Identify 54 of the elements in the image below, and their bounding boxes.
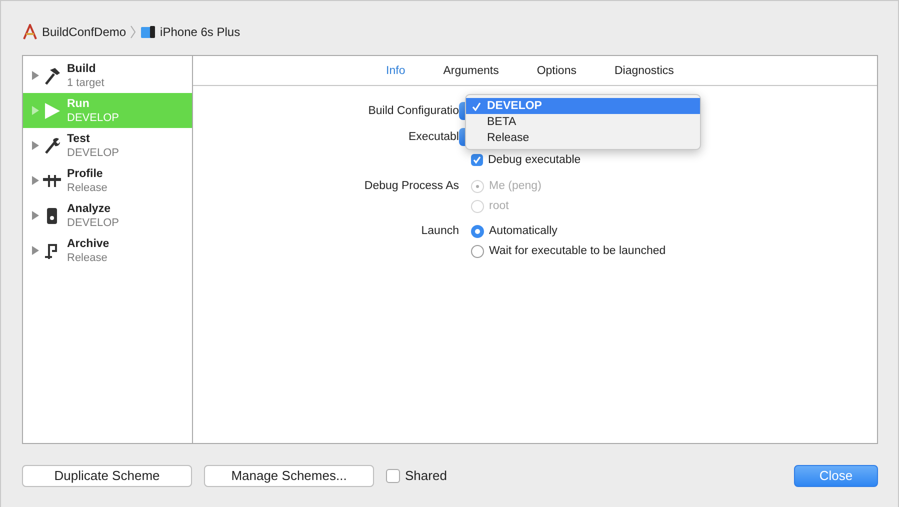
wrench-icon: [43, 136, 61, 154]
action-name: Build: [67, 62, 97, 76]
checkbox-label: Debug executable: [488, 154, 581, 166]
hammer-icon: [43, 66, 61, 84]
disclosure-triangle-icon[interactable]: [32, 71, 39, 80]
action-detail: Release: [67, 180, 108, 194]
device-crumb[interactable]: iPhone 6s Plus: [160, 24, 240, 38]
radio-button[interactable]: [471, 224, 484, 238]
disclosure-triangle-icon[interactable]: [32, 211, 39, 220]
checkbox[interactable]: [386, 468, 400, 482]
chevron-icon: [130, 24, 136, 38]
disclosure-triangle-icon[interactable]: [32, 246, 39, 255]
radio-label: Automatically: [489, 225, 558, 237]
menu-item[interactable]: BETA: [466, 114, 700, 130]
field-label: Debug Process As: [363, 180, 459, 192]
checkbox[interactable]: [471, 154, 483, 166]
field-label: Launch: [420, 225, 459, 237]
field-label: Executabl: [407, 131, 459, 143]
scheme-action-item[interactable]: Profile Release: [23, 163, 192, 198]
tab[interactable]: Options: [518, 64, 596, 76]
action-name: Run: [67, 96, 90, 110]
radio-button[interactable]: [471, 244, 484, 258]
manage-schemes-button[interactable]: Manage Schemes...: [204, 464, 374, 486]
action-detail: Release: [67, 250, 108, 264]
project-crumb[interactable]: BuildConfDemo: [42, 24, 126, 38]
action-detail: 1 target: [67, 76, 104, 90]
action-name: Archive: [67, 236, 110, 250]
radio-label: root: [489, 200, 509, 212]
app-icon: [22, 24, 38, 40]
tab[interactable]: Info: [367, 64, 424, 76]
phone-icon: [140, 24, 156, 38]
disclosure-triangle-icon[interactable]: [32, 176, 39, 185]
scheme-action-item[interactable]: Build 1 target: [23, 58, 192, 93]
action-name: Test: [67, 132, 91, 146]
disclosure-triangle-icon[interactable]: [32, 141, 39, 150]
tab[interactable]: Diagnostics: [595, 64, 693, 76]
action-detail: DEVELOP: [67, 110, 119, 124]
tab[interactable]: Arguments: [424, 64, 518, 76]
scheme-action-item[interactable]: Analyze DEVELOP: [23, 198, 192, 233]
radio-label: Wait for executable to be launched: [489, 245, 666, 257]
action-detail: DEVELOP: [67, 146, 119, 160]
scheme-action-item[interactable]: Test DEVELOP: [23, 128, 192, 163]
action-detail: DEVELOP: [67, 216, 119, 230]
action-name: Profile: [67, 166, 104, 180]
checkbox-label: Shared: [405, 468, 447, 483]
radio-label: Me (peng): [489, 180, 542, 192]
action-name: Analyze: [67, 202, 112, 216]
menu-item[interactable]: DEVELOP: [466, 98, 700, 114]
menu-item[interactable]: Release: [466, 130, 700, 146]
field-label: Build Configuratio: [367, 105, 459, 117]
scheme-action-item[interactable]: Archive Release: [23, 233, 192, 268]
duplicate-scheme-button[interactable]: Duplicate Scheme: [22, 464, 192, 486]
play-icon: [43, 102, 61, 120]
checkmark-icon: [472, 102, 481, 110]
